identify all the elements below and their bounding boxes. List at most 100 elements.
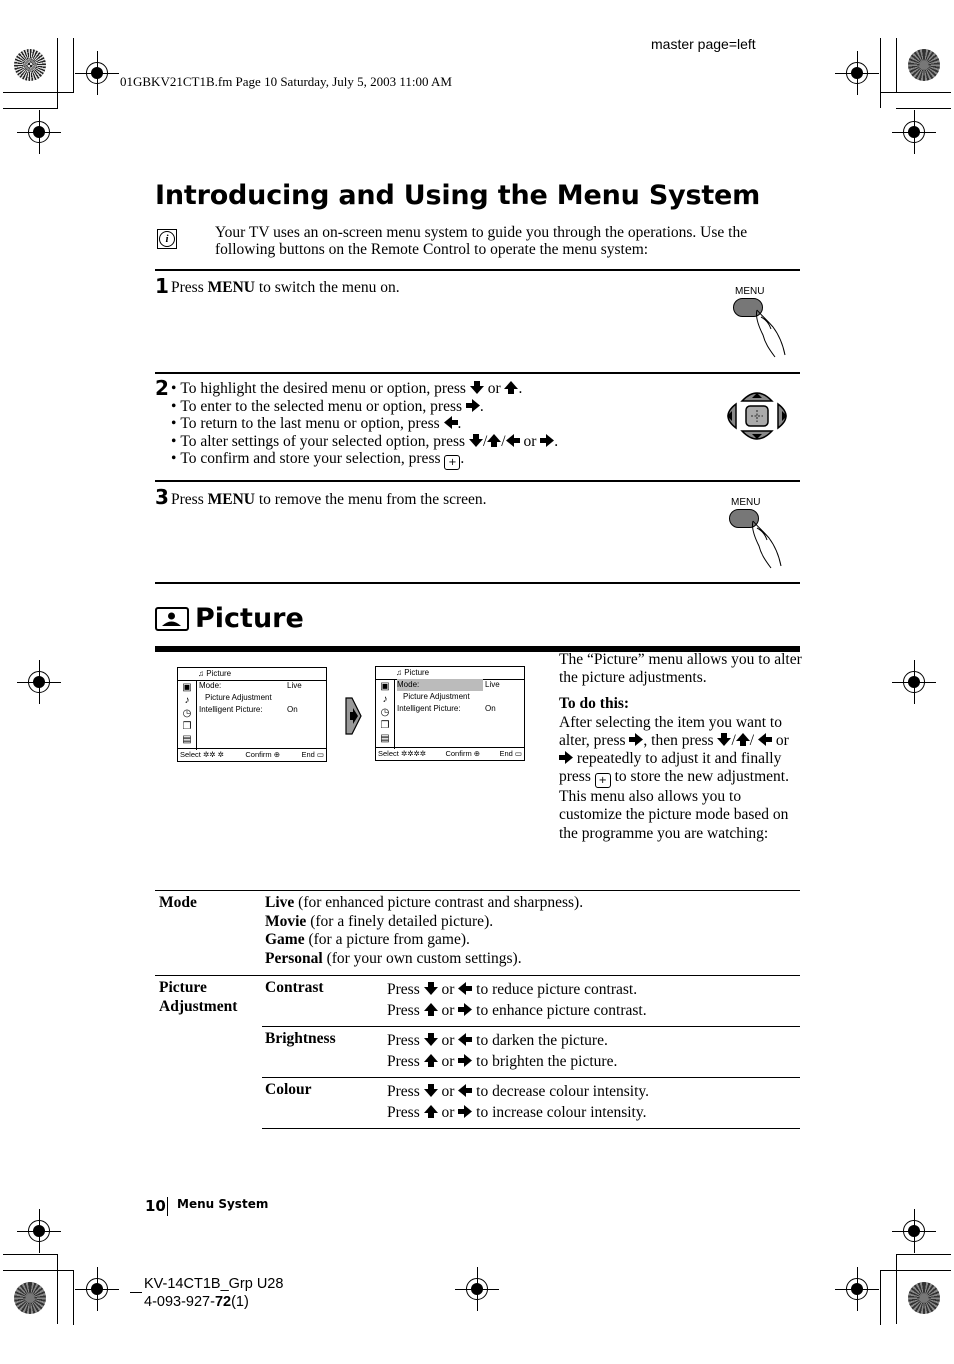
registration-rosette xyxy=(908,1282,940,1314)
adjustment-instructions: Press or to decrease colour intensity. P… xyxy=(387,1083,650,1121)
footer-separator xyxy=(167,1197,168,1216)
hand-icon xyxy=(756,309,786,358)
info-icon: i xyxy=(157,229,177,249)
mode-option: Live (for enhanced picture contrast and … xyxy=(265,894,584,911)
left-arrow-icon xyxy=(458,1084,472,1097)
left-arrow-icon xyxy=(458,1033,472,1046)
picture-icon: ▣ xyxy=(380,681,390,692)
registration-rosette xyxy=(14,49,46,81)
divider xyxy=(155,582,800,584)
right-arrow-icon xyxy=(345,697,362,735)
file-stamp: 01GBKV21CT1B.fm Page 10 Saturday, July 5… xyxy=(120,74,452,89)
right-arrow-icon xyxy=(458,1105,472,1118)
mode-option: Game (for a picture from game). xyxy=(265,931,470,948)
print-job-info: KV-14CT1B_Grp U28 4-093-927-72(1) xyxy=(144,1276,284,1310)
osd-row-intelligent-picture: Intelligent Picture: On xyxy=(199,705,298,714)
osd-row-mode: Mode: Live xyxy=(199,681,302,690)
todo-instructions: After selecting the item you want to alt… xyxy=(559,713,789,789)
osd-screen-after: ♫ Picture ▣ ♪ ◷ ❐ ▤ Mode: Live Picture Ad… xyxy=(375,666,525,761)
osd-row-intelligent-picture: Intelligent Picture: On xyxy=(397,704,496,713)
up-arrow-icon xyxy=(736,733,750,746)
mode-options: Live (for enhanced picture contrast and … xyxy=(265,894,583,968)
hand-icon xyxy=(752,520,782,569)
up-arrow-icon xyxy=(504,381,518,394)
osd-footer: Select ✲✲✲✲ Confirm ⊕ End ▭ xyxy=(376,747,524,760)
menu-key-label: MENU xyxy=(207,279,255,296)
osd-footer: Select ✲✲ ✲ Confirm ⊕ End ▭ xyxy=(178,748,326,759)
bullet-item: To highlight the desired menu or option,… xyxy=(171,380,558,398)
down-arrow-icon xyxy=(469,434,483,447)
picture-adjustment-label: Picture Adjustment xyxy=(159,979,238,1015)
picture-section-heading: Picture xyxy=(155,603,304,634)
osd-row-picture-adjustment: Picture Adjustment xyxy=(403,692,470,701)
up-arrow-icon xyxy=(424,1105,438,1118)
down-arrow-icon xyxy=(470,381,484,394)
mode-label: Mode xyxy=(159,894,197,911)
up-arrow-icon xyxy=(424,1054,438,1067)
right-arrow-icon xyxy=(466,399,480,412)
down-arrow-icon xyxy=(424,982,438,995)
dpad-illustration xyxy=(727,392,787,440)
down-arrow-icon xyxy=(424,1084,438,1097)
adjustment-name: Contrast xyxy=(265,979,324,996)
step-number: 1 xyxy=(155,274,169,298)
step-number: 2 xyxy=(155,376,169,400)
right-arrow-icon xyxy=(458,1054,472,1067)
channel-icon: ❐ xyxy=(182,721,192,732)
intro-text: Your TV uses an on-screen menu system to… xyxy=(215,224,748,258)
adjustment-name: Colour xyxy=(265,1081,312,1098)
bullet-item: To enter to the selected menu or option,… xyxy=(171,398,558,416)
step-1-text: Press MENU to switch the menu on. xyxy=(171,279,400,296)
table-divider xyxy=(262,1128,800,1129)
left-arrow-icon xyxy=(506,434,520,447)
step-number: 3 xyxy=(155,485,169,509)
crop-tick xyxy=(130,1292,142,1293)
left-arrow-icon xyxy=(444,416,458,429)
registration-rosette xyxy=(14,1282,46,1314)
bullet-item: To confirm and store your selection, pre… xyxy=(171,450,558,471)
page-number: 10 xyxy=(145,1197,166,1215)
adjustment-instructions: Press or to reduce picture contrast. Pre… xyxy=(387,981,647,1019)
picture-description: The “Picture” menu allows you to alter t… xyxy=(559,651,804,843)
confirm-button-icon: + xyxy=(594,773,611,789)
table-divider xyxy=(155,975,800,976)
picture-icon: ▣ xyxy=(182,682,192,693)
adjustment-instructions: Press or to darken the picture. Press or… xyxy=(387,1032,618,1070)
timer-icon: ◷ xyxy=(182,708,192,719)
left-arrow-icon xyxy=(458,982,472,995)
divider xyxy=(155,480,800,482)
mode-option: Personal (for your own custom settings). xyxy=(265,949,522,967)
right-arrow-icon xyxy=(540,434,554,447)
registration-rosette xyxy=(908,49,940,81)
right-arrow-icon xyxy=(559,751,573,764)
left-arrow-icon xyxy=(758,733,772,746)
bullet-item: To return to the last menu or option, pr… xyxy=(171,415,558,433)
footer-section-name: Menu System xyxy=(177,1197,269,1211)
divider xyxy=(155,269,800,271)
sound-icon: ♪ xyxy=(382,694,388,705)
adjustment-name: Brightness xyxy=(265,1030,336,1047)
osd-menu-icons: ▣ ♪ ◷ ❐ ▤ xyxy=(178,680,197,750)
osd-row-picture-adjustment: Picture Adjustment xyxy=(205,693,272,702)
down-arrow-icon xyxy=(717,733,731,746)
timer-icon: ◷ xyxy=(380,707,390,718)
page-title: Introducing and Using the Menu System xyxy=(155,180,761,211)
setup-icon: ▤ xyxy=(182,734,192,745)
up-arrow-icon xyxy=(487,434,501,447)
step-3-text: Press MENU to remove the menu from the s… xyxy=(171,491,487,508)
down-arrow-icon xyxy=(424,1033,438,1046)
mode-option: Movie (for a finely detailed picture). xyxy=(265,912,494,930)
right-arrow-icon xyxy=(458,1003,472,1016)
description-mode-note: This menu also allows you to customize t… xyxy=(559,788,789,842)
note-icon: ♫ xyxy=(198,669,207,678)
master-page-label: master page=left xyxy=(651,36,756,52)
osd-screen-before: ♫ Picture ▣ ♪ ◷ ❐ ▤ Mode: Live Picture Ad… xyxy=(177,667,327,762)
table-divider xyxy=(262,1026,800,1027)
osd-row-mode: Mode: Live xyxy=(397,679,500,691)
up-arrow-icon xyxy=(424,1003,438,1016)
divider xyxy=(155,372,800,374)
note-icon: ♫ xyxy=(396,668,405,677)
step-2-bullets: To highlight the desired menu or option,… xyxy=(171,380,558,471)
description-intro: The “Picture” menu allows you to alter t… xyxy=(559,651,802,687)
confirm-button-icon: + xyxy=(444,455,461,471)
